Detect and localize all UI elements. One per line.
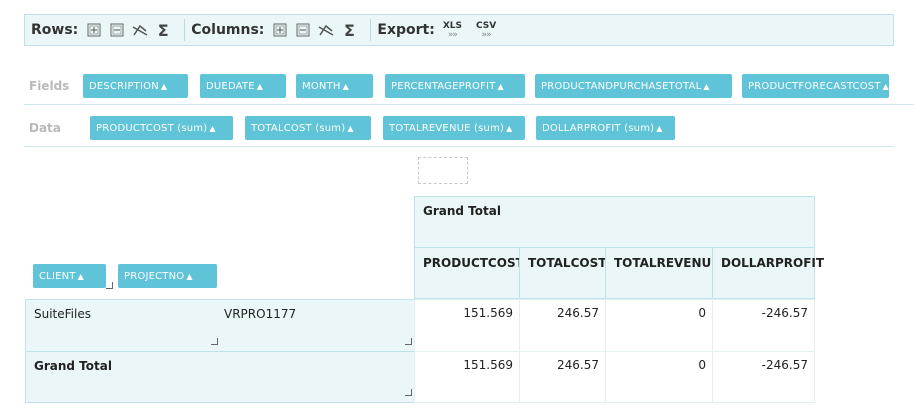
grand-total-row-header: Grand Total <box>25 351 415 403</box>
export-group: Export: XLS »» CSV »» <box>371 15 516 45</box>
total-cell-dollarprofit: -246.57 <box>712 351 815 403</box>
resize-handle-icon[interactable] <box>106 282 113 289</box>
total-cell-totalrevenue: 0 <box>605 351 713 403</box>
caret-up-icon: ▲ <box>160 81 168 91</box>
columns-label: Columns: <box>191 22 265 38</box>
column-header-productcost[interactable]: PRODUCTCOST <box>414 247 524 299</box>
field-chip-productandpurchasetotal[interactable]: PRODUCTANDPURCHASETOTAL ▲ <box>535 74 732 98</box>
pivot-toolbar: Rows: Σ Columns: Σ Export: XLS »» CSV »» <box>24 14 894 46</box>
caret-up-icon: ▲ <box>256 81 264 91</box>
field-chip-duedate[interactable]: DUEDATE ▲ <box>200 74 286 98</box>
caret-up-icon: ▲ <box>347 123 354 133</box>
cell-totalcost: 246.57 <box>519 299 606 352</box>
caret-up-icon: ▲ <box>656 123 663 133</box>
chip-label: MONTH <box>302 80 341 92</box>
field-chip-month[interactable]: MONTH ▲ <box>296 74 373 98</box>
data-chip-productcost[interactable]: PRODUCTCOST (sum) ▲ <box>90 116 233 140</box>
fields-label: Fields <box>29 79 70 93</box>
columns-group: Columns: Σ <box>185 15 370 45</box>
field-chip-productforecastcost[interactable]: PRODUCTFORECASTCOST ▲ <box>742 74 889 98</box>
data-label: Data <box>29 121 61 135</box>
chip-label: DUEDATE <box>206 80 255 92</box>
client-value: SuiteFiles <box>34 307 91 321</box>
subtotal-rows-icon[interactable]: Σ <box>155 21 171 40</box>
field-chip-percentageprofit[interactable]: PERCENTAGEPROFIT ▲ <box>385 74 525 98</box>
rows-label: Rows: <box>31 22 79 38</box>
expand-columns-icon[interactable] <box>272 22 288 38</box>
column-header-totalcost[interactable]: TOTALCOST <box>519 247 606 299</box>
caret-up-icon: ▲ <box>703 81 710 91</box>
chip-label: TOTALREVENUE (sum) <box>389 122 505 134</box>
total-cell-productcost: 151.569 <box>414 351 520 403</box>
data-divider <box>24 146 894 147</box>
chip-label: PRODUCTCOST (sum) <box>96 122 208 134</box>
export-label: Export: <box>377 22 435 38</box>
rows-group: Rows: Σ <box>25 15 184 45</box>
resize-handle-icon[interactable] <box>405 389 412 396</box>
xls-arrows-icon: »» <box>447 30 458 40</box>
total-cell-totalcost: 246.57 <box>519 351 606 403</box>
chip-label: DOLLARPROFIT (sum) <box>542 122 655 134</box>
row-field-chip-client[interactable]: CLIENT ▲ <box>33 264 106 288</box>
column-drop-placeholder[interactable] <box>418 157 468 184</box>
collapse-columns-icon[interactable] <box>295 22 311 38</box>
caret-up-icon: ▲ <box>497 81 504 91</box>
column-header-dollarprofit[interactable]: DOLLARPROFIT <box>712 247 824 299</box>
grand-total-column-header: Grand Total <box>414 196 815 248</box>
cell-totalrevenue: 0 <box>605 299 713 352</box>
resize-handle-icon[interactable] <box>405 338 412 345</box>
export-csv-button[interactable]: CSV »» <box>476 21 496 40</box>
caret-up-icon: ▲ <box>186 271 193 281</box>
row-field-chip-projectno[interactable]: PROJECTNO ▲ <box>118 264 217 288</box>
project-value: VRPRO1177 <box>224 307 297 321</box>
sort-rows-icon[interactable] <box>132 22 148 38</box>
caret-up-icon: ▲ <box>77 271 84 281</box>
caret-up-icon: ▲ <box>882 81 890 91</box>
field-chip-description[interactable]: DESCRIPTION ▲ <box>83 74 188 98</box>
caret-up-icon: ▲ <box>506 123 513 133</box>
chip-label: PRODUCTFORECASTCOST <box>748 80 881 92</box>
cell-dollarprofit: -246.57 <box>712 299 815 352</box>
data-chip-totalrevenue[interactable]: TOTALREVENUE (sum) ▲ <box>383 116 525 140</box>
sort-columns-icon[interactable] <box>318 22 334 38</box>
collapse-rows-icon[interactable] <box>109 22 125 38</box>
chip-label: TOTALCOST (sum) <box>251 122 346 134</box>
chip-label: PRODUCTANDPURCHASETOTAL <box>541 80 702 92</box>
csv-arrows-icon: »» <box>481 30 492 40</box>
chip-label: DESCRIPTION <box>89 80 159 92</box>
chip-label: PROJECTNO <box>124 270 185 282</box>
fields-divider <box>24 104 914 105</box>
cell-productcost: 151.569 <box>414 299 520 352</box>
data-chip-dollarprofit[interactable]: DOLLARPROFIT (sum) ▲ <box>536 116 675 140</box>
data-chip-totalcost[interactable]: TOTALCOST (sum) ▲ <box>245 116 371 140</box>
grand-total-label: Grand Total <box>34 359 112 373</box>
resize-handle-icon[interactable] <box>211 338 218 345</box>
chip-label: CLIENT <box>39 270 76 282</box>
chip-label: PERCENTAGEPROFIT <box>391 80 496 92</box>
caret-up-icon: ▲ <box>342 81 349 91</box>
caret-up-icon: ▲ <box>209 123 216 133</box>
expand-rows-icon[interactable] <box>86 22 102 38</box>
row-header-client: SuiteFiles VRPRO1177 <box>25 299 415 352</box>
export-xls-button[interactable]: XLS »» <box>443 21 462 40</box>
subtotal-columns-icon[interactable]: Σ <box>341 21 357 40</box>
column-header-totalrevenue[interactable]: TOTALREVENUE <box>605 247 719 299</box>
